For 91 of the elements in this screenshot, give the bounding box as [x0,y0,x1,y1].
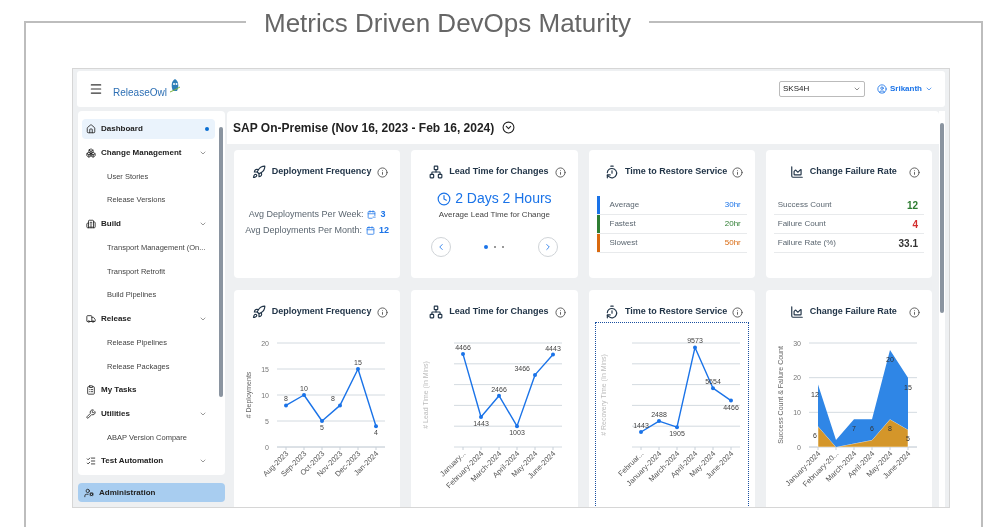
user-menu[interactable]: Srikanth [877,83,933,95]
info-icon[interactable] [377,306,389,318]
menu-icon[interactable] [89,82,103,96]
data-point [515,424,520,429]
cube-icon [86,147,96,158]
average-label: Avg Deployments Per Week: [248,208,364,221]
card-title: Change Failure Rate [809,165,897,179]
user-settings-icon [84,487,94,498]
average-value: 3 [380,208,386,221]
card-title: Lead Time for Changes [449,165,549,179]
card-title: Deployment Frequency [271,165,372,179]
data-point [551,352,556,357]
clock-icon [437,191,452,206]
data-point [533,372,538,377]
data-point [674,425,679,430]
data-point [461,352,466,357]
metric-value: 30hr [724,199,742,211]
card-title: Deployment Frequency [271,305,372,319]
calendar-icon [366,225,376,235]
caret-icon [853,85,861,93]
card-title: Change Failure Rate [809,305,897,319]
data-point [284,403,288,408]
nav-item[interactable]: My Tasks [82,380,215,400]
nav-item[interactable]: Change Management [82,142,215,163]
clipboard-icon [86,384,96,395]
owl-icon [168,78,181,94]
data-point [497,393,502,398]
scrollbar[interactable] [939,111,945,507]
data-point [638,430,643,434]
network-icon [429,165,444,179]
average-label: Avg Deployments Per Month: [245,223,363,237]
rocket-icon [251,305,266,319]
card-title: Lead Time for Changes [449,305,549,319]
timer-icon [604,165,619,179]
page-title: SAP On-Premise (Nov 16, 2023 - Feb 16, 2024) [233,119,495,137]
metric-label: Average [609,199,641,211]
info-icon[interactable] [554,306,566,318]
nav-item[interactable]: Dashboard [82,119,215,139]
data-point [320,419,324,423]
info-icon[interactable] [554,166,566,178]
system-select[interactable]: SKS4H [779,81,865,97]
calendar-icon [367,210,377,220]
card-title: Time to Restore Service [624,305,728,319]
lead-time-value: 2 Days 2 Hours [455,189,552,208]
user-icon [877,84,887,94]
caret-icon [925,85,933,93]
metric-value: 4 [912,217,919,232]
data-point [302,393,306,397]
data-point [374,424,378,429]
truck-icon [86,313,96,324]
area-chart-icon [789,305,804,319]
nav-item[interactable]: Utilities [82,403,215,424]
network-icon [429,305,444,319]
building-icon [86,218,96,229]
data-point [479,415,484,419]
logo: ReleaseOwl [113,86,167,100]
info-icon[interactable] [731,166,743,178]
metric-value: 20hr [724,218,742,230]
rocket-icon [251,165,266,179]
area-chart-icon [789,165,804,179]
wrench-icon [86,408,96,419]
home-icon [86,123,96,134]
nav-item[interactable]: Administration [78,483,225,502]
metric-label: Fastest [609,218,637,230]
metric-label: Success Count [777,199,833,211]
checklist-icon [86,456,96,467]
average-value: 12 [379,223,390,237]
data-point [356,367,360,371]
card-title: Time to Restore Service [624,165,728,179]
metric-value: 33.1 [898,236,919,251]
data-point [692,345,697,350]
metric-label: Slowest [609,237,639,249]
data-point [656,419,661,424]
metric-label: Failure Count [777,218,827,230]
nav-item[interactable]: Build [82,213,215,234]
info-icon[interactable] [909,306,920,318]
info-icon[interactable] [731,306,743,318]
data-point [338,403,342,408]
info-icon[interactable] [909,166,920,178]
slide-title: Metrics Driven DevOps Maturity [263,8,632,38]
metric-value: 12 [906,198,919,213]
nav-item[interactable]: Release [82,308,215,329]
info-icon[interactable] [377,166,389,178]
dropdown-icon[interactable] [502,121,516,134]
metric-value: 50hr [724,237,742,249]
lead-time-caption: Average Lead Time for Change [438,209,550,221]
nav-item[interactable]: Test Automation [82,451,215,471]
metric-label: Failure Rate (%) [777,237,837,249]
data-point [728,398,733,403]
data-point [710,386,715,391]
timer-icon [604,305,619,319]
